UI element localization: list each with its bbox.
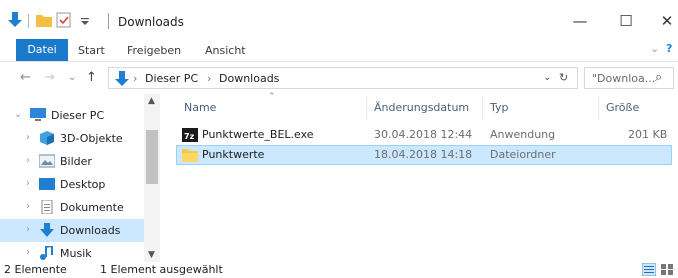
forward-icon[interactable]: → xyxy=(44,70,55,85)
sidebar-item-label: Desktop xyxy=(60,178,106,191)
customize-qat-icon[interactable] xyxy=(80,16,90,29)
column-header-type[interactable]: Typ xyxy=(490,101,509,114)
column-divider[interactable] xyxy=(366,96,367,120)
sidebar-item-label: 3D-Objekte xyxy=(60,132,123,145)
downloads-icon xyxy=(39,223,55,237)
address-dropdown-icon[interactable]: ⌄ xyxy=(543,72,551,83)
column-header-size[interactable]: Größe xyxy=(606,101,639,114)
file-list: ⌃ Name Änderungsdatum Typ Größe 7z Punkt… xyxy=(168,92,678,262)
sidebar-item-3d-objects[interactable]: › 3D-Objekte xyxy=(0,127,144,150)
file-date: 18.04.2018 14:18 xyxy=(374,148,473,161)
back-icon[interactable]: ← xyxy=(20,70,31,85)
navigation-pane: ⌄ Dieser PC › 3D-Objekte › Bilder › Desk… xyxy=(0,94,160,262)
column-divider[interactable] xyxy=(598,96,599,120)
download-arrow-icon[interactable] xyxy=(8,12,22,31)
sidebar-item-documents[interactable]: › Dokumente xyxy=(0,196,144,219)
chevron-right-icon[interactable]: › xyxy=(26,155,30,166)
tab-file[interactable]: Datei xyxy=(16,39,68,61)
chevron-right-icon[interactable]: › xyxy=(26,201,30,212)
column-header-name[interactable]: Name xyxy=(184,101,216,114)
sidebar-item-downloads[interactable]: › Downloads xyxy=(0,219,144,242)
file-name: Punktwerte_BEL.exe xyxy=(202,128,314,141)
search-icon[interactable]: ⌕ xyxy=(655,70,662,85)
column-divider[interactable] xyxy=(482,96,483,120)
close-button[interactable]: ✕ xyxy=(652,8,678,34)
folder-icon xyxy=(182,148,198,165)
breadcrumb-separator-icon: › xyxy=(133,72,138,85)
sidebar-item-pictures[interactable]: › Bilder xyxy=(0,150,144,173)
status-bar: 2 Elemente 1 Element ausgewählt xyxy=(0,262,678,278)
large-icons-view-icon[interactable] xyxy=(660,263,674,278)
sidebar-item-label: Dieser PC xyxy=(51,109,105,122)
tab-start[interactable]: Start xyxy=(78,42,105,60)
selection-count: 1 Element ausgewählt xyxy=(100,263,223,276)
up-icon[interactable]: ↑ xyxy=(86,70,97,85)
recent-locations-icon[interactable]: ⌄ xyxy=(68,72,76,83)
table-row[interactable]: 7z Punktwerte_BEL.exe 30.04.2018 12:44 A… xyxy=(176,125,672,145)
chevron-down-icon[interactable]: ⌄ xyxy=(14,109,22,120)
music-icon xyxy=(39,244,55,260)
scroll-down-icon[interactable]: ▼ xyxy=(148,250,155,260)
sidebar-item-label: Bilder xyxy=(60,155,92,168)
address-bar[interactable]: › Dieser PC › Downloads ⌄ ↻ xyxy=(108,67,578,89)
separator-icon xyxy=(28,14,30,31)
pictures-icon xyxy=(38,154,56,168)
documents-icon xyxy=(39,199,55,215)
address-row: ← → ⌄ ↑ › Dieser PC › Downloads ⌄ ↻ "Dow… xyxy=(0,62,678,94)
file-name: Punktwerte xyxy=(202,148,265,161)
properties-icon[interactable] xyxy=(56,12,72,31)
sidebar-item-desktop[interactable]: › Desktop xyxy=(0,173,144,196)
breadcrumb-this-pc[interactable]: Dieser PC xyxy=(145,72,198,85)
title-bar: Downloads — ☐ ✕ xyxy=(0,0,678,40)
sidebar-item-label: Dokumente xyxy=(60,201,124,214)
chevron-right-icon[interactable]: › xyxy=(26,224,30,235)
chevron-right-icon[interactable]: › xyxy=(26,178,30,189)
breadcrumb-separator-icon: › xyxy=(207,72,212,85)
tab-view[interactable]: Ansicht xyxy=(205,42,246,60)
file-size: 201 KB xyxy=(628,128,668,141)
table-row[interactable]: Punktwerte 18.04.2018 14:18 Dateiordner xyxy=(176,145,672,165)
item-count: 2 Elemente xyxy=(4,263,67,276)
file-type: Anwendung xyxy=(490,128,556,141)
file-type: Dateiordner xyxy=(490,148,556,161)
file-date: 30.04.2018 12:44 xyxy=(374,128,473,141)
search-input[interactable]: "Downloa... ⌕ xyxy=(584,67,674,89)
scrollbar-thumb[interactable] xyxy=(146,130,158,184)
chevron-right-icon[interactable]: › xyxy=(26,247,30,258)
minimize-button[interactable]: — xyxy=(565,8,595,34)
column-header-date[interactable]: Änderungsdatum xyxy=(374,101,469,114)
downloads-location-icon xyxy=(115,71,129,90)
maximize-button[interactable]: ☐ xyxy=(611,8,641,34)
folder-icon[interactable] xyxy=(36,12,52,31)
desktop-icon xyxy=(39,177,55,191)
sidebar-item-label: Downloads xyxy=(60,224,121,237)
ribbon-tabs: Datei Start Freigeben Ansicht ⌄ ? xyxy=(0,38,678,62)
tab-share[interactable]: Freigeben xyxy=(127,42,181,60)
computer-icon xyxy=(30,108,46,122)
svg-text:7z: 7z xyxy=(184,132,195,141)
refresh-icon[interactable]: ↻ xyxy=(559,71,568,84)
sidebar-item-label: Musik xyxy=(60,247,92,260)
window-title: Downloads xyxy=(118,15,184,29)
scroll-up-icon[interactable]: ▲ xyxy=(148,96,155,106)
details-view-icon[interactable] xyxy=(641,262,657,278)
title-separator xyxy=(108,13,109,29)
ribbon-expand-icon[interactable]: ⌄ xyxy=(650,42,659,55)
exe-icon: 7z xyxy=(182,128,198,145)
chevron-right-icon[interactable]: › xyxy=(26,132,30,143)
breadcrumb-downloads[interactable]: Downloads xyxy=(219,72,279,85)
search-placeholder: "Downloa... xyxy=(592,72,656,85)
3d-objects-icon xyxy=(39,131,55,145)
sort-ascending-icon: ⌃ xyxy=(268,92,276,102)
sidebar-item-this-pc[interactable]: ⌄ Dieser PC xyxy=(0,104,144,127)
help-icon[interactable]: ? xyxy=(666,42,672,55)
